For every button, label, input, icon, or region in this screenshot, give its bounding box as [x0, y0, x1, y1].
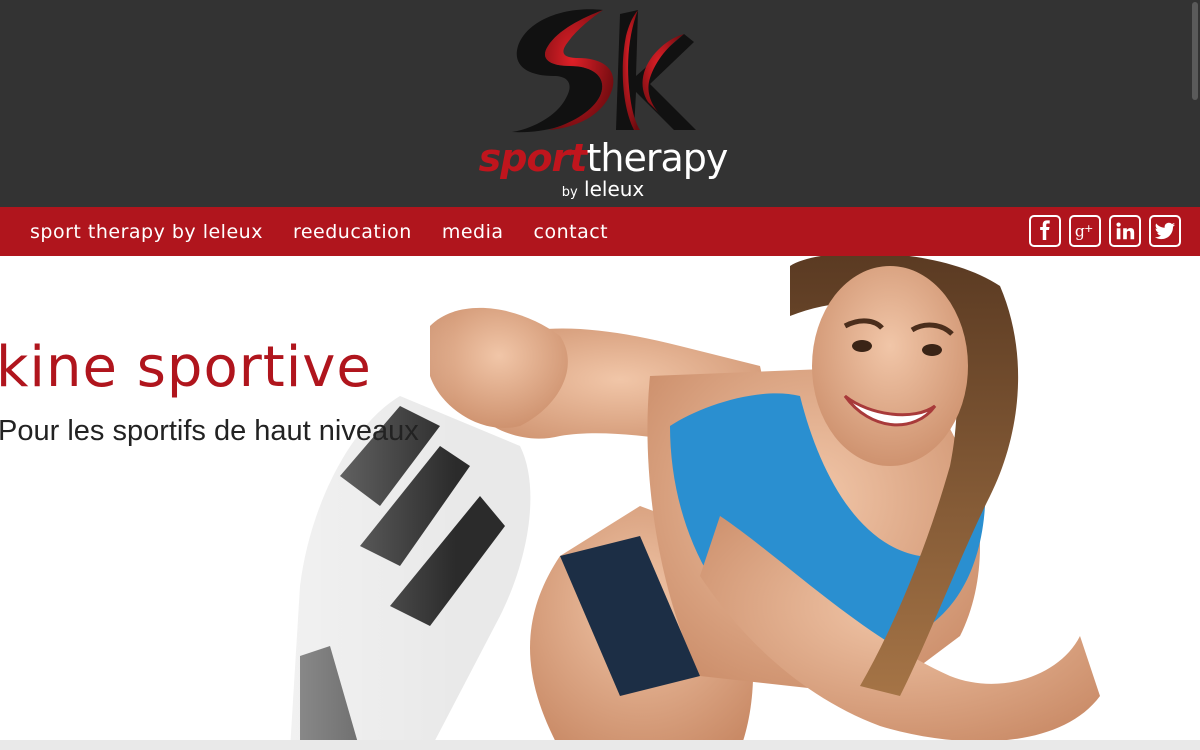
facebook-icon [1040, 220, 1050, 241]
nav-item-contact[interactable]: contact [534, 221, 609, 243]
horizontal-scrollbar[interactable] [0, 740, 1200, 750]
social-links: g + [1021, 215, 1181, 247]
nav-item-reeducation[interactable]: reeducation [293, 221, 412, 243]
hero-banner: kine sportive Pour les sportifs de haut … [0, 256, 1200, 750]
scrollbar-thumb[interactable] [1192, 2, 1198, 100]
google-plus-icon: g + [1075, 222, 1093, 241]
logo-word-sport: sport [478, 136, 588, 180]
svg-text:+: + [1084, 222, 1093, 235]
nav-item-media[interactable]: media [442, 221, 504, 243]
linkedin-icon [1116, 222, 1135, 240]
sk-monogram-logo [512, 9, 696, 133]
google-plus-button[interactable]: g + [1069, 215, 1101, 247]
logo-word-therapy: therapy [586, 136, 728, 180]
logo-byline: by leleux [470, 178, 736, 204]
site-header: sporttherapy by leleux [0, 0, 1200, 207]
logo-by-text: by [561, 185, 578, 200]
twitter-icon [1154, 222, 1176, 240]
linkedin-button[interactable] [1109, 215, 1141, 247]
logo-name-text: leleux [584, 177, 645, 201]
logo-wordmark: sporttherapy [470, 138, 736, 178]
main-navbar: sport therapy by leleux reeducation medi… [0, 207, 1200, 256]
nav-menu: sport therapy by leleux reeducation medi… [30, 207, 638, 256]
site-logo[interactable]: sporttherapy by leleux [470, 6, 736, 202]
twitter-button[interactable] [1149, 215, 1181, 247]
hero-subtitle: Pour les sportifs de haut niveaux [0, 415, 419, 447]
woman-stretching-photo [0, 256, 1200, 750]
hero-title: kine sportive [0, 335, 372, 400]
nav-item-sport-therapy[interactable]: sport therapy by leleux [30, 221, 263, 243]
facebook-button[interactable] [1029, 215, 1061, 247]
